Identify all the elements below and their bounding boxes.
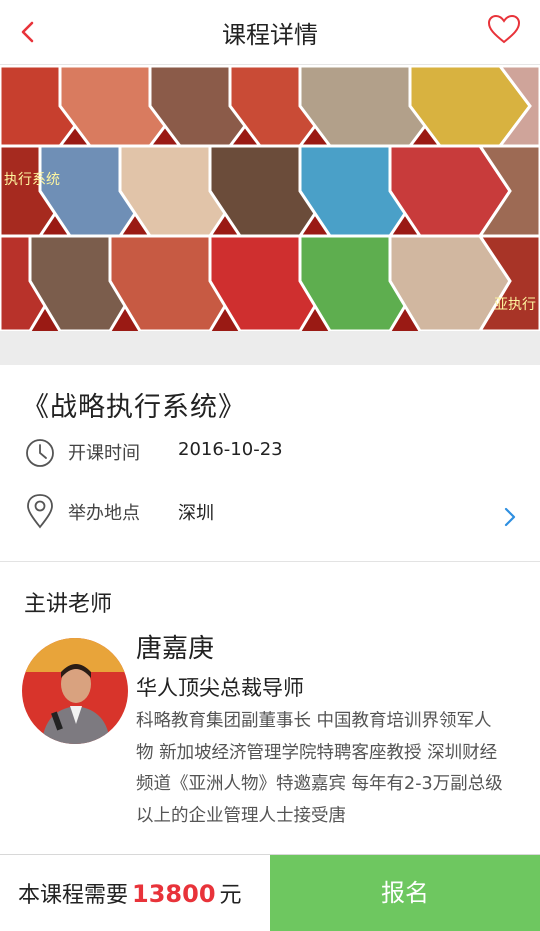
bottom-bar: 本课程需要 13800 元 报名	[0, 854, 540, 931]
favorite-button[interactable]	[486, 12, 522, 48]
course-banner-image: 执行系统 亚执行	[0, 66, 540, 331]
course-time-row: 开课时间 2016-10-23	[0, 433, 540, 473]
price-unit: 元	[219, 883, 242, 908]
course-location-row[interactable]: 举办地点 深圳	[0, 493, 540, 533]
course-title: 《战略执行系统》	[22, 392, 246, 423]
nav-bar: 课程详情	[0, 0, 540, 65]
teacher-bio: 科略教育集团副董事长 中国教育培训界领军人物 新加坡经济管理学院特聘客座教授 深…	[136, 711, 503, 826]
teacher-section: 主讲老师 唐嘉庚 华人顶尖总裁导师 科略教育集团副董事长 中国教育培训界领军人物…	[0, 562, 540, 854]
place-value: 深圳	[178, 503, 214, 524]
clock-icon	[24, 433, 56, 469]
teacher-avatar[interactable]	[22, 638, 128, 744]
svg-text:执行系统: 执行系统	[4, 171, 60, 187]
location-pin-icon	[24, 493, 56, 529]
price-prefix: 本课程需要	[18, 883, 129, 908]
teacher-title: 华人顶尖总裁导师	[136, 676, 304, 700]
price-info: 本课程需要 13800 元	[18, 877, 242, 909]
section-title: 主讲老师	[24, 592, 113, 617]
section-divider	[0, 331, 540, 365]
course-info: 《战略执行系统》 开课时间 2016-10-23 举办地点 深圳	[0, 365, 540, 562]
page-title: 课程详情	[222, 21, 318, 49]
chevron-right-icon	[502, 505, 518, 529]
svg-text:亚执行: 亚执行	[494, 296, 536, 312]
signup-button[interactable]: 报名	[270, 855, 540, 931]
heart-outline-icon	[487, 14, 521, 44]
place-label: 举办地点	[68, 503, 140, 524]
time-value: 2016-10-23	[178, 439, 283, 460]
time-label: 开课时间	[68, 443, 140, 464]
price-amount: 13800	[132, 880, 216, 908]
teacher-name: 唐嘉庚	[136, 634, 215, 664]
